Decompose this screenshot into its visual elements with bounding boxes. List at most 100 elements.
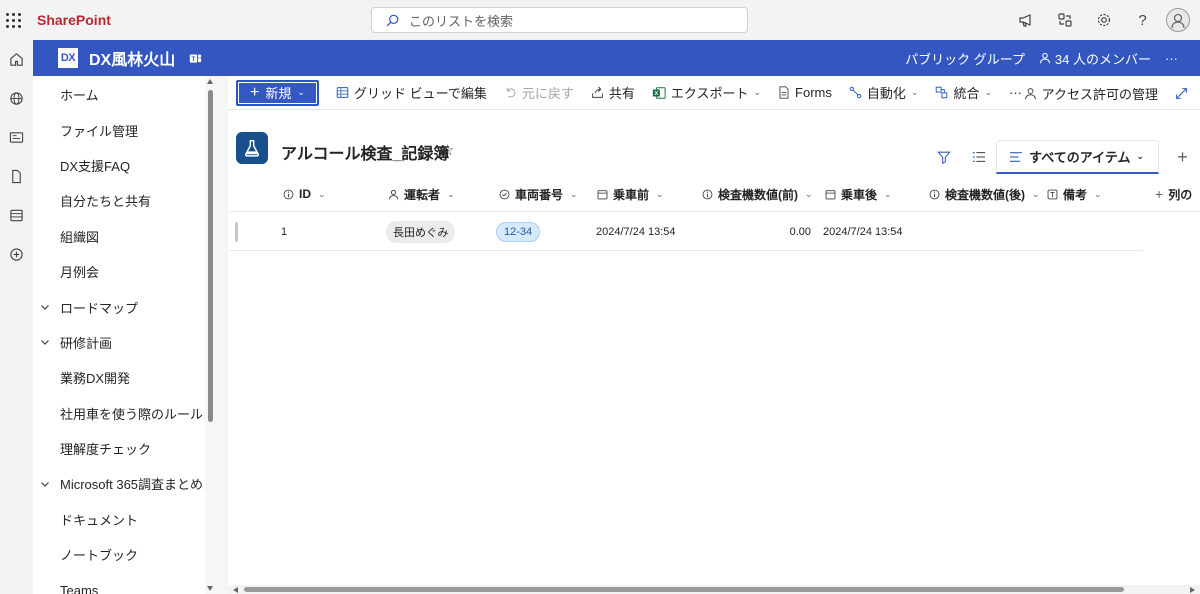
nav-item[interactable]: 研修計画 xyxy=(33,325,216,360)
flow-icon xyxy=(849,86,862,99)
column-header-value-after[interactable]: 検査機数値(後) ⌄ xyxy=(929,176,1040,212)
automate-button[interactable]: 自動化 ⌄ xyxy=(849,83,918,102)
manage-access-button[interactable]: アクセス許可の管理 xyxy=(1024,76,1158,110)
search-icon xyxy=(386,14,399,26)
nav-item-label: 研修計画 xyxy=(60,335,113,351)
nav-item[interactable]: 月例会 xyxy=(33,254,216,289)
choice-icon xyxy=(499,189,510,200)
add-view-icon[interactable]: + xyxy=(1165,140,1200,174)
view-selector[interactable]: すべてのアイテム ⌄ xyxy=(996,140,1159,174)
nav-item[interactable]: ファイル管理 xyxy=(33,112,216,147)
help-icon[interactable]: ? xyxy=(1123,0,1162,40)
nav-item-label: ロードマップ xyxy=(60,300,139,316)
view-options-icon[interactable] xyxy=(961,140,996,174)
nav-item-label: 自分たちと共有 xyxy=(60,194,152,210)
main-content: + 新規 ⌄ グリッド ビューで編集 元に戻す 共有 X エクスポート ⌄ Fo… xyxy=(228,76,1200,594)
search-input[interactable]: このリストを検索 xyxy=(371,7,748,33)
grid-header: ID ⌄ 運転者 ⌄ 車両番号 ⌄ 乗車前 ⌄ 検査機数値(前) ⌄ 乗車後 ⌄ 検査機数値… xyxy=(229,176,1200,212)
column-header-id[interactable]: ID ⌄ xyxy=(283,176,326,212)
nav-item[interactable]: 組織図 xyxy=(33,219,216,254)
nav-item[interactable]: 自分たちと共有 xyxy=(33,183,216,218)
column-header-after[interactable]: 乗車後 ⌄ xyxy=(825,176,892,212)
cell-vehicle: 12-34 xyxy=(496,213,541,251)
site-more-button[interactable]: ··· xyxy=(1165,51,1178,66)
members-button[interactable]: 34 人のメンバー xyxy=(1039,49,1151,68)
add-column-button[interactable]: + 列の xyxy=(1155,176,1192,212)
table-row[interactable]: 1 長田めぐみ 12-34 2024/7/24 13:54 0.00 2024/… xyxy=(229,213,1142,251)
home-icon[interactable] xyxy=(0,40,33,79)
gear-icon[interactable] xyxy=(1084,0,1123,40)
column-header-note[interactable]: 備考 ⌄ xyxy=(1047,176,1102,212)
list-view-icon xyxy=(1010,151,1023,162)
settings-connections-icon[interactable] xyxy=(1045,0,1084,40)
nav-item-label: 社用車を使う際のルール xyxy=(60,406,204,422)
nav-item-label: ファイル管理 xyxy=(60,123,139,139)
nav-item[interactable]: ロードマップ xyxy=(33,289,216,324)
nav-item[interactable]: ホーム xyxy=(33,77,216,112)
more-commands-button[interactable]: ··· xyxy=(1009,85,1022,100)
plus-icon: + xyxy=(1155,186,1164,202)
site-logo[interactable]: DX xyxy=(58,48,78,68)
expand-icon[interactable] xyxy=(1175,76,1188,110)
site-title[interactable]: DX風林火山 xyxy=(89,46,175,70)
chevron-down-icon: ⌄ xyxy=(984,87,993,97)
nav-item[interactable]: 理解度チェック xyxy=(33,431,216,466)
nav-item-label: Microsoft 365調査まとめ xyxy=(60,477,204,493)
news-icon[interactable] xyxy=(0,118,33,157)
nav-item-label: ノートブック xyxy=(60,548,139,564)
column-header-value-before[interactable]: 検査機数値(前) ⌄ xyxy=(702,176,813,212)
waffle-icon[interactable] xyxy=(0,6,26,34)
filter-icon[interactable] xyxy=(926,140,961,174)
person-icon xyxy=(388,189,399,200)
column-header-driver[interactable]: 運転者 ⌄ xyxy=(388,176,455,212)
horizontal-scrollbar[interactable] xyxy=(228,585,1200,594)
nav-item[interactable]: ノートブック xyxy=(33,537,216,572)
nav-item-label: ホーム xyxy=(60,88,99,104)
integrate-button[interactable]: 統合 ⌄ xyxy=(935,83,992,102)
teams-icon[interactable]: T xyxy=(189,52,202,65)
chevron-down-icon[interactable] xyxy=(40,302,50,312)
choice-pill: 12-34 xyxy=(496,222,541,242)
add-circle-icon[interactable] xyxy=(0,235,33,274)
column-header-before[interactable]: 乗車前 ⌄ xyxy=(597,176,664,212)
info-icon xyxy=(283,189,294,200)
globe-icon[interactable] xyxy=(0,79,33,118)
row-selector[interactable] xyxy=(235,222,238,242)
grid-edit-button[interactable]: グリッド ビューで編集 xyxy=(336,83,487,102)
chevron-down-icon[interactable] xyxy=(40,337,50,347)
cell-driver[interactable]: 長田めぐみ xyxy=(386,213,456,251)
cell-before: 2024/7/24 13:54 xyxy=(596,226,676,238)
share-button[interactable]: 共有 xyxy=(591,83,635,102)
excel-icon: X xyxy=(652,86,666,99)
chevron-down-icon[interactable] xyxy=(40,479,50,489)
column-header-vehicle[interactable]: 車両番号 ⌄ xyxy=(499,176,578,212)
nav-item[interactable]: 社用車を使う際のルール xyxy=(33,396,216,431)
file-icon[interactable] xyxy=(0,157,33,196)
cell-id: 1 xyxy=(281,226,288,238)
undo-button[interactable]: 元に戻す xyxy=(504,83,574,102)
favorite-star-icon[interactable]: ☆ xyxy=(441,141,454,159)
plus-icon: + xyxy=(250,83,260,101)
nav-scrollbar[interactable] xyxy=(205,76,216,594)
svg-text:X: X xyxy=(654,91,658,97)
person-icon xyxy=(1039,52,1050,64)
megaphone-icon[interactable] xyxy=(1006,0,1045,40)
nav-item[interactable]: ドキュメント xyxy=(33,502,216,537)
nav-item-label: DX支援FAQ xyxy=(60,158,131,174)
avatar[interactable] xyxy=(1166,8,1190,32)
person-pill[interactable]: 長田めぐみ xyxy=(386,221,456,243)
lists-icon[interactable] xyxy=(0,196,33,235)
new-button[interactable]: + 新規 ⌄ xyxy=(236,79,319,106)
nav-item[interactable]: DX支援FAQ xyxy=(33,148,216,183)
integrate-icon xyxy=(936,86,948,99)
nav-item[interactable]: 業務DX開発 xyxy=(33,360,216,395)
members-label: 34 人のメンバー xyxy=(1054,51,1151,67)
nav-item[interactable]: Microsoft 365調査まとめ xyxy=(33,466,216,501)
export-button[interactable]: X エクスポート ⌄ xyxy=(652,83,761,102)
app-brand[interactable]: SharePoint xyxy=(37,12,111,28)
nav-item-label: ドキュメント xyxy=(60,512,139,528)
flask-icon xyxy=(236,132,268,164)
nav-item[interactable]: Teams xyxy=(33,572,216,594)
forms-button[interactable]: Forms xyxy=(778,85,832,100)
svg-text:T: T xyxy=(192,55,196,62)
